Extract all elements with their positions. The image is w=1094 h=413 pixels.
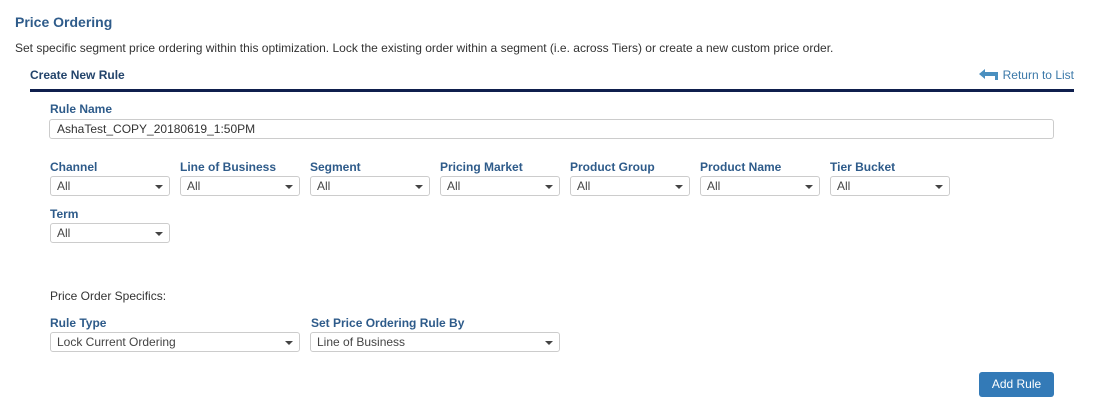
product-name-select[interactable]: All [700,176,820,196]
section-title: Create New Rule [30,68,125,82]
rule-type-label: Rule Type [50,316,107,330]
add-rule-button[interactable]: Add Rule [979,372,1054,397]
chevron-down-icon [155,232,163,236]
chevron-down-icon [285,341,293,345]
chevron-down-icon [675,185,683,189]
rule-name-label: Rule Name [50,102,113,116]
chevron-down-icon [545,341,553,345]
section-divider [30,89,1074,92]
rule-type-value: Lock Current Ordering [57,335,176,349]
chevron-down-icon [805,185,813,189]
product-group-select[interactable]: All [570,176,690,196]
segment-label: Segment [310,160,361,174]
rule-by-label: Set Price Ordering Rule By [311,316,465,330]
pricing-market-value: All [447,179,461,193]
pricing-market-label: Pricing Market [440,160,523,174]
product-name-value: All [707,179,721,193]
term-select[interactable]: All [50,223,170,243]
tier-bucket-value: All [837,179,851,193]
tier-bucket-select[interactable]: All [830,176,950,196]
rule-by-value: Line of Business [317,335,406,349]
channel-select[interactable]: All [50,176,170,196]
pricing-market-select[interactable]: All [440,176,560,196]
product-group-label: Product Group [570,160,655,174]
page-title: Price Ordering [15,14,113,30]
term-label: Term [50,207,79,221]
return-to-list-label: Return to List [1002,68,1074,82]
price-order-specifics-heading: Price Order Specifics: [50,289,167,303]
product-group-value: All [577,179,591,193]
page-description: Set specific segment price ordering with… [15,41,834,55]
chevron-down-icon [545,185,553,189]
line-of-business-select[interactable]: All [180,176,300,196]
tier-bucket-label: Tier Bucket [830,160,896,174]
channel-label: Channel [50,160,98,174]
line-of-business-label: Line of Business [180,160,277,174]
rule-name-input[interactable]: AshaTest_COPY_20180619_1:50PM [49,119,1054,139]
rule-by-select[interactable]: Line of Business [310,332,560,352]
segment-value: All [317,179,331,193]
line-of-business-value: All [187,179,201,193]
rule-type-select[interactable]: Lock Current Ordering [50,332,300,352]
product-name-label: Product Name [700,160,782,174]
return-to-list-link[interactable]: Return to List [978,68,1074,82]
chevron-down-icon [155,185,163,189]
chevron-down-icon [415,185,423,189]
channel-value: All [57,179,71,193]
chevron-down-icon [935,185,943,189]
return-arrow-icon [978,69,998,80]
chevron-down-icon [285,185,293,189]
segment-select[interactable]: All [310,176,430,196]
term-value: All [57,226,71,240]
